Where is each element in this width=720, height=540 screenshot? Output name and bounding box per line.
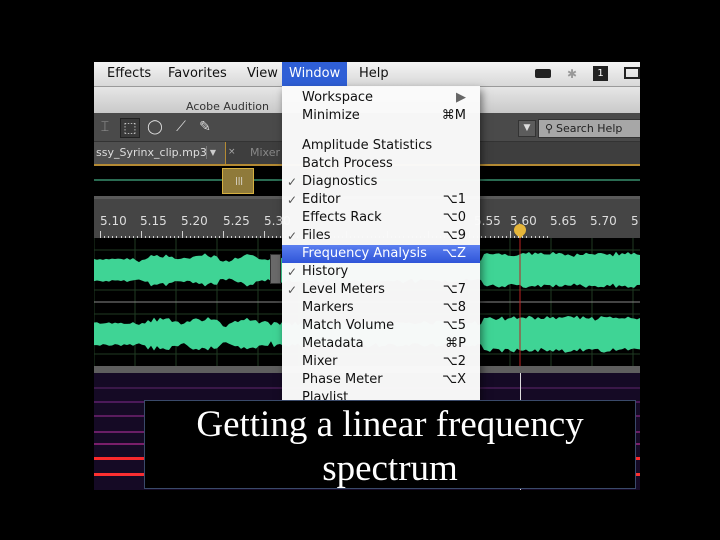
grip-icon: |||	[235, 176, 244, 185]
menu-item-workspace[interactable]: Workspace ▶	[282, 89, 480, 107]
ruler-label: 5.70	[590, 214, 617, 228]
menu-item-editor[interactable]: ✓ Editor ⌥1	[282, 191, 480, 209]
checkmark-icon: ✓	[287, 265, 298, 279]
bluetooth-icon[interactable]: ✱	[567, 67, 577, 81]
menu-item-shortcut: ⌥0	[442, 210, 466, 225]
lasso-tool-icon[interactable]: ◯	[146, 118, 164, 136]
menu-item-label: History	[302, 264, 349, 279]
tab-editor-file[interactable]: ssy_Syrinx_clip.mp3 ▼	[94, 142, 226, 164]
menu-view[interactable]: View	[240, 62, 285, 86]
menu-item-shortcut: ⌥7	[442, 282, 466, 297]
menu-item-shortcut: ⌘M	[441, 108, 466, 123]
caption-line-2: spectrum	[322, 448, 458, 489]
menu-item-match-volume[interactable]: Match Volume ⌥5	[282, 317, 480, 335]
caption-line-1: Getting a linear frequency	[196, 404, 584, 445]
menu-item-shortcut: ⌥5	[442, 318, 466, 333]
menu-item-label: Batch Process	[302, 156, 393, 171]
menu-effects[interactable]: Effects	[100, 62, 158, 86]
app-title: Acobe Audition	[186, 100, 269, 113]
slide-caption: Getting a linear frequency spectrum	[144, 400, 636, 489]
menu-window[interactable]: Window	[282, 62, 348, 86]
ruler-label: 5.65	[550, 214, 577, 228]
menu-item-label: Frequency Analysis	[302, 246, 427, 261]
search-help-input[interactable]: ⚲ Search Help	[538, 119, 640, 138]
menu-item-label: Metadata	[302, 336, 364, 351]
menu-item-mixer[interactable]: Mixer ⌥2	[282, 353, 480, 371]
menu-favorites[interactable]: Favorites	[161, 62, 234, 86]
ruler-label: 5.20	[181, 214, 208, 228]
menu-item-effects-rack[interactable]: Effects Rack ⌥0	[282, 209, 480, 227]
waveform-scroll-handle[interactable]	[270, 254, 281, 284]
menu-item-metadata[interactable]: Metadata ⌘P	[282, 335, 480, 353]
healing-tool-icon[interactable]: ✎	[196, 118, 214, 136]
menu-help[interactable]: Help	[352, 62, 396, 86]
checkmark-icon: ✓	[287, 193, 298, 207]
overview-zoom-handle[interactable]: |||	[222, 168, 254, 194]
menu-item-phase-meter[interactable]: Phase Meter ⌥X	[282, 371, 480, 389]
menu-item-label: Workspace	[302, 90, 374, 105]
menu-item-label: Match Volume	[302, 318, 395, 333]
input-source-icon[interactable]: 1	[593, 66, 608, 81]
ruler-label: 5	[631, 214, 639, 228]
menu-item-minimize[interactable]: Minimize ⌘M	[282, 107, 480, 125]
workspace-dropdown[interactable]: ▼	[518, 120, 536, 137]
search-icon: ⚲	[544, 122, 554, 135]
menu-item-files[interactable]: ✓ Files ⌥9	[282, 227, 480, 245]
menu-item-label: Effects Rack	[302, 210, 382, 225]
display-icon[interactable]	[624, 67, 640, 79]
marquee-tool-icon[interactable]: ⬚	[120, 118, 140, 138]
menu-item-shortcut: ⌥X	[442, 372, 466, 387]
checkmark-icon: ✓	[287, 229, 298, 243]
menu-item-label: Editor	[302, 192, 341, 207]
menu-item-markers[interactable]: Markers ⌥8	[282, 299, 480, 317]
menu-item-label: Amplitude Statistics	[302, 138, 433, 153]
menu-item-shortcut: ⌥9	[442, 228, 466, 243]
menu-item-shortcut: ⌥1	[442, 192, 466, 207]
menu-item-label: Level Meters	[302, 282, 385, 297]
menu-item-level-meters[interactable]: ✓ Level Meters ⌥7	[282, 281, 480, 299]
submenu-arrow-icon: ▶	[456, 90, 466, 105]
menu-item-shortcut: ⌘P	[445, 336, 466, 351]
menu-item-shortcut: ⌥Z	[442, 246, 466, 261]
menu-item-diagnostics[interactable]: ✓ Diagnostics	[282, 173, 480, 191]
menu-item-label: Files	[302, 228, 331, 243]
search-placeholder: Search Help	[556, 122, 623, 135]
ruler-label: 5.25	[223, 214, 250, 228]
checkmark-icon: ✓	[287, 175, 298, 189]
battery-icon[interactable]	[535, 69, 551, 78]
menu-item-shortcut: ⌥2	[442, 354, 466, 369]
menu-item-history[interactable]: ✓ History	[282, 263, 480, 281]
brush-tool-icon[interactable]: ⟋	[172, 118, 190, 136]
file-dropdown-icon[interactable]: ▼	[206, 146, 219, 159]
menu-item-label: Mixer	[302, 354, 338, 369]
menu-item-frequency-analysis[interactable]: Frequency Analysis ⌥Z	[282, 245, 480, 263]
menu-item-label: Markers	[302, 300, 354, 315]
time-selection-tool-icon[interactable]: ⌶	[96, 118, 114, 136]
ruler-label: 5.15	[140, 214, 167, 228]
window-menu: Workspace ▶ Minimize ⌘M Amplitude Statistics…	[282, 86, 480, 405]
menu-item-label: Diagnostics	[302, 174, 378, 189]
menu-item-shortcut: ⌥8	[442, 300, 466, 315]
menu-item-label: Phase Meter	[302, 372, 383, 387]
menu-item-amplitude-statistics[interactable]: Amplitude Statistics	[282, 137, 480, 155]
file-name: ssy_Syrinx_clip.mp3	[96, 146, 207, 159]
menu-item-batch-process[interactable]: Batch Process	[282, 155, 480, 173]
menubar: Effects Favorites View Window Help ✱ 1	[94, 62, 640, 87]
close-tab-icon[interactable]: ×	[228, 142, 240, 162]
ruler-label: 5.10	[100, 214, 127, 228]
menu-item-label: Minimize	[302, 108, 360, 123]
checkmark-icon: ✓	[287, 283, 298, 297]
